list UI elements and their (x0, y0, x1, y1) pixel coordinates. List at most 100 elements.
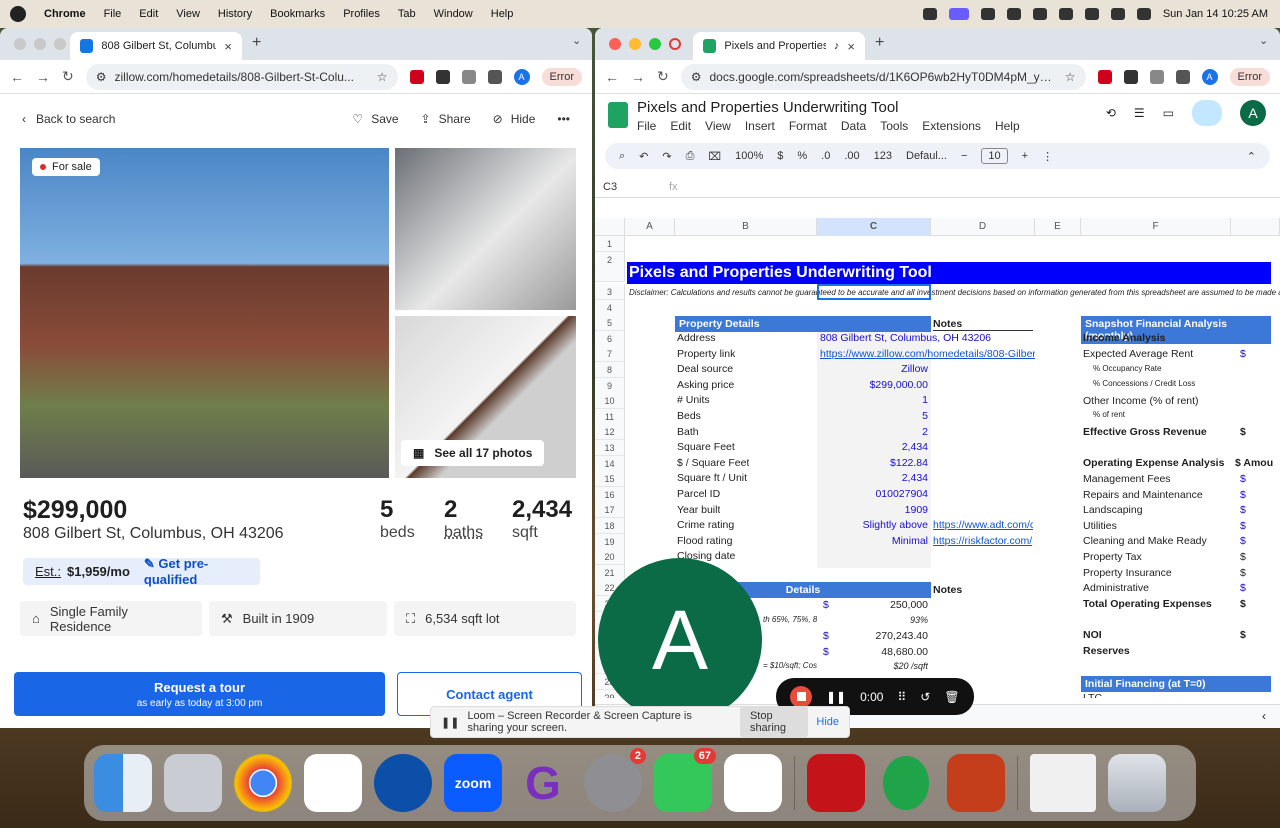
see-all-photos-button[interactable]: ▦ See all 17 photos (401, 440, 545, 466)
section2-note[interactable]: th 65%, 75%, 85 (763, 615, 817, 624)
property-label[interactable]: Bath (677, 426, 699, 438)
close-tab-icon[interactable]: × (224, 39, 232, 54)
property-label[interactable]: Address (677, 332, 716, 344)
adblock-icon[interactable] (1097, 69, 1112, 84)
bookmark-star-icon[interactable]: ☆ (377, 70, 388, 84)
close-window-icon[interactable] (14, 38, 26, 50)
sheets-menu-tools[interactable]: Tools (880, 119, 908, 133)
name-box[interactable]: C3 (595, 181, 655, 193)
sheets-menu-view[interactable]: View (705, 119, 731, 133)
site-info-icon[interactable]: ⚙ (96, 70, 107, 84)
slack-icon[interactable] (304, 754, 362, 812)
row-header[interactable]: 7 (595, 346, 625, 363)
ltc-label[interactable]: LTC (1083, 692, 1102, 698)
col-header-a[interactable]: A (625, 218, 675, 236)
sheets-menu-insert[interactable]: Insert (745, 119, 775, 133)
adblock-icon[interactable] (409, 69, 424, 84)
close-tab-icon[interactable]: × (847, 39, 855, 54)
hide-notice-link[interactable]: Hide (816, 716, 839, 728)
reload-icon[interactable]: ↻ (62, 68, 74, 85)
menu-edit[interactable]: Edit (139, 8, 158, 20)
income-row-label[interactable]: % Occupancy Rate (1093, 364, 1161, 373)
income-analysis-header[interactable]: Income Analysis (1083, 332, 1165, 344)
egr-currency[interactable]: $ (1240, 426, 1246, 438)
search-icon[interactable] (1110, 8, 1125, 20)
currency-symbol[interactable]: $ (823, 630, 829, 642)
profile-avatar[interactable]: A (513, 68, 530, 85)
site-info-icon[interactable]: ⚙ (691, 70, 702, 84)
tab-zillow[interactable]: 808 Gilbert St, Columbus, O × (70, 32, 242, 60)
col-header-d[interactable]: D (931, 218, 1035, 236)
property-value[interactable]: 5 (817, 410, 928, 422)
opex-currency[interactable]: $ (1240, 535, 1246, 547)
prequalify-link[interactable]: ✎ Get pre-qualified (144, 556, 248, 587)
decrease-decimal-button[interactable]: .0 (821, 150, 830, 162)
row-header[interactable]: 4 (595, 299, 625, 316)
bookmark-star-icon[interactable]: ☆ (1065, 70, 1076, 84)
income-row-label[interactable]: % of rent (1093, 410, 1125, 419)
mic-icon[interactable] (922, 8, 937, 20)
row-header[interactable]: 8 (595, 362, 625, 378)
loom-status-icon[interactable] (948, 8, 969, 20)
error-button[interactable]: Error (541, 67, 582, 86)
total-opex-currency[interactable]: $ (1240, 598, 1246, 610)
collapse-sidepanel-icon[interactable]: ‹ (1262, 709, 1266, 723)
acrobat-icon[interactable] (807, 754, 865, 812)
freeform-icon[interactable] (724, 754, 782, 812)
extension-icon[interactable] (435, 69, 450, 84)
opex-header[interactable]: Operating Expense Analysis (1083, 457, 1224, 469)
section2-value[interactable]: 93% (835, 615, 928, 625)
apple-icon[interactable] (10, 6, 26, 22)
property-label[interactable]: Crime rating (677, 519, 734, 531)
back-arrow-icon[interactable]: ← (605, 69, 619, 85)
forward-arrow-icon[interactable]: → (36, 69, 50, 85)
property-label[interactable]: Asking price (677, 379, 734, 391)
col-header-g[interactable] (1231, 218, 1280, 236)
col-header-c[interactable]: C (817, 218, 931, 236)
currency-symbol[interactable]: $ (823, 599, 829, 611)
property-value[interactable]: 1 (817, 394, 928, 406)
opex-row-label[interactable]: Utilities (1083, 520, 1117, 532)
grammarly-icon[interactable] (1006, 8, 1021, 20)
menu-window[interactable]: Window (434, 8, 473, 20)
menu-view[interactable]: View (176, 8, 200, 20)
row-header[interactable]: 20 (595, 549, 625, 566)
launchpad-icon[interactable] (164, 754, 222, 812)
more-formats-button[interactable]: 123 (874, 150, 892, 162)
note-link[interactable]: https://www.adt.com/cr (933, 519, 1033, 531)
disclaimer-text[interactable]: Disclaimer: Calculations and results can… (629, 288, 1280, 297)
currency-symbol[interactable]: $ (823, 646, 829, 658)
battery-icon[interactable] (1084, 8, 1099, 20)
stop-recording-button[interactable] (790, 685, 812, 708)
selected-cell[interactable] (817, 284, 931, 300)
opex-currency[interactable]: $ (1240, 567, 1246, 579)
income-row-label[interactable]: % Concessions / Credit Loss (1093, 379, 1195, 388)
system-settings-icon[interactable]: 2 (584, 748, 646, 812)
noi-currency[interactable]: $ (1240, 629, 1246, 641)
opex-row-label[interactable]: Repairs and Maintenance (1083, 489, 1203, 501)
back-to-search-link[interactable]: ‹ Back to search (22, 112, 115, 126)
trash-icon[interactable]: 🗑 (944, 690, 959, 704)
font-size-increase-icon[interactable]: + (1022, 150, 1028, 162)
row-header[interactable]: 1 (595, 236, 625, 252)
chevron-down-icon[interactable]: ⌄ (1259, 34, 1268, 47)
row-header[interactable]: 16 (595, 486, 625, 503)
font-select[interactable]: Defaul... (906, 150, 947, 162)
section2-value[interactable]: 270,243.40 (835, 630, 928, 642)
back-arrow-icon[interactable]: ← (10, 69, 24, 85)
property-label[interactable]: Square Feet (677, 441, 735, 453)
row-header[interactable]: 9 (595, 377, 625, 394)
minimize-icon[interactable] (34, 38, 46, 50)
increase-decimal-button[interactable]: .00 (844, 150, 859, 162)
property-value[interactable]: $299,000.00 (817, 379, 928, 391)
opex-row-label[interactable]: Cleaning and Make Ready (1083, 535, 1207, 547)
evernote-icon[interactable] (877, 754, 935, 812)
baths-stat[interactable]: 2 baths (444, 496, 483, 542)
currency-format-button[interactable]: $ (777, 150, 783, 162)
zoom-app-icon[interactable]: zoom (444, 754, 502, 812)
property-label[interactable]: Deal source (677, 363, 733, 375)
property-label[interactable]: Property link (677, 348, 735, 360)
zoom-window-icon[interactable] (649, 38, 661, 50)
new-tab-icon[interactable]: + (875, 34, 884, 52)
opex-currency[interactable]: $ (1240, 520, 1246, 532)
